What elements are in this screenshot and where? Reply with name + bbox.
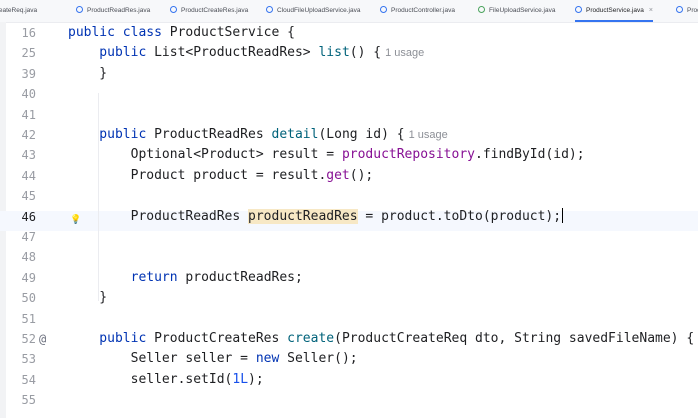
line-number: 44 — [21, 169, 36, 183]
code-line[interactable]: public class ProductService { — [68, 23, 295, 43]
code-token: new — [255, 351, 288, 366]
code-line[interactable]: Seller seller = new Seller(); — [68, 349, 358, 369]
tab-productcreateres[interactable]: ProductCreateRes.java — [170, 0, 248, 22]
class-icon — [266, 5, 273, 13]
code-token: = product.toDto(product); — [357, 209, 562, 224]
code-token: Optional<Product> result = — [68, 147, 342, 162]
line-number: 52 — [21, 332, 36, 346]
tab-productservice[interactable]: ProductService.java × — [575, 0, 653, 22]
code-token: detail — [271, 127, 319, 142]
tab-label: CloudFileUploadService.java — [277, 7, 361, 14]
code-token: List<ProductReadRes> — [154, 45, 319, 60]
line-number: 55 — [21, 393, 36, 407]
tab-label: ProductReadRes.java — [87, 7, 151, 14]
line-number: 53 — [21, 352, 36, 366]
code-token: Seller seller = — [68, 351, 256, 366]
tab-createreq[interactable]: CreateReq.java — [0, 0, 37, 22]
code-token: public — [68, 331, 155, 346]
usage-hint[interactable]: 1 usage — [385, 47, 424, 59]
code-line[interactable]: } — [68, 288, 107, 308]
code-token: () { — [349, 45, 382, 60]
code-token: ProductCreateRes — [154, 331, 288, 346]
code-line[interactable]: public ProductReadRes detail(Long id) { 1… — [68, 125, 448, 145]
tab-productcontroller[interactable]: ProductController.java — [380, 0, 455, 22]
code-line[interactable]: } — [68, 64, 107, 84]
text-caret — [562, 208, 564, 223]
code-token: create — [287, 331, 335, 346]
tab-productreadres[interactable]: ProductReadRes.java — [76, 0, 150, 22]
code-token: (Long id) { — [318, 127, 405, 142]
code-token: Product product = result. — [68, 168, 327, 183]
code-token: ); — [248, 372, 264, 387]
code-line[interactable]: ProductReadRes productReadRes = product.… — [68, 207, 564, 227]
tab-label: Product — [687, 7, 698, 14]
code-token: } — [68, 66, 108, 81]
code-token: Seller(); — [287, 351, 358, 366]
tab-label: ProductController.java — [391, 7, 455, 14]
code-token: 1L — [232, 372, 249, 387]
code-token: public — [68, 45, 155, 60]
line-number: 45 — [21, 189, 36, 203]
line-number: 43 — [21, 148, 36, 162]
code-token: ProductReadRes — [68, 209, 249, 224]
code-token: public class — [68, 25, 170, 40]
line-number: 48 — [21, 250, 36, 264]
code-token: .findById(id); — [475, 147, 585, 162]
code-line[interactable]: public List<ProductReadRes> list() {1 us… — [68, 43, 424, 63]
line-number: 51 — [21, 312, 36, 326]
tab-fileuploadservice[interactable]: FileUploadService.java — [478, 0, 555, 22]
tab-label: ProductService.java — [586, 7, 644, 14]
line-number: 49 — [21, 271, 36, 285]
code-line[interactable]: public ProductCreateRes create(ProductCr… — [68, 329, 698, 349]
line-number: 42 — [21, 128, 36, 142]
code-line[interactable]: seller.setId(1L); — [68, 370, 264, 390]
code-token: ProductService { — [169, 25, 295, 40]
line-number: 25 — [21, 46, 36, 60]
code-token: list — [318, 45, 350, 60]
override-marker-icon[interactable]: @ — [39, 329, 46, 349]
tab-label: FileUploadService.java — [489, 7, 556, 14]
code-token: return — [130, 270, 186, 285]
interface-icon — [478, 5, 485, 13]
tab-product[interactable]: Product — [676, 0, 698, 22]
code-token: (ProductCreateReq dto, String savedFileN… — [334, 331, 695, 346]
tab-cloudfileuploadservice[interactable]: CloudFileUploadService.java — [266, 0, 360, 22]
code-line[interactable]: Product product = result.get(); — [68, 166, 374, 186]
tab-label: ProductCreateRes.java — [181, 7, 249, 14]
line-number: 41 — [21, 108, 36, 122]
code-token: productRepository — [341, 147, 475, 162]
code-token: (); — [349, 168, 374, 183]
close-tab-icon[interactable]: × — [649, 7, 653, 14]
editor-tab-bar: CreateReq.java ProductReadRes.java Product… — [0, 0, 698, 23]
code-token: get — [326, 168, 350, 183]
class-icon — [380, 5, 387, 13]
tab-label: CreateReq.java — [0, 7, 38, 14]
usage-hint[interactable]: 1 usage — [409, 129, 448, 141]
line-number: 50 — [21, 291, 36, 305]
line-number: 16 — [21, 26, 36, 40]
class-icon — [676, 5, 683, 13]
code-line[interactable]: return productReadRes; — [68, 268, 303, 288]
code-token: productReadRes — [248, 209, 358, 224]
class-icon — [575, 5, 582, 13]
code-token: ProductReadRes — [154, 127, 272, 142]
class-icon — [76, 5, 83, 13]
code-line[interactable]: Optional<Product> result = productReposi… — [68, 145, 585, 165]
line-number: 39 — [21, 67, 36, 81]
line-number: 40 — [21, 87, 36, 101]
line-number: 46 — [21, 210, 36, 224]
code-token: } — [68, 290, 108, 305]
class-icon — [170, 5, 177, 13]
code-token: public — [68, 127, 155, 142]
line-number: 47 — [21, 230, 36, 244]
line-number: 54 — [21, 373, 36, 387]
code-token: productReadRes; — [185, 270, 303, 285]
code-token: seller.setId( — [68, 372, 233, 387]
